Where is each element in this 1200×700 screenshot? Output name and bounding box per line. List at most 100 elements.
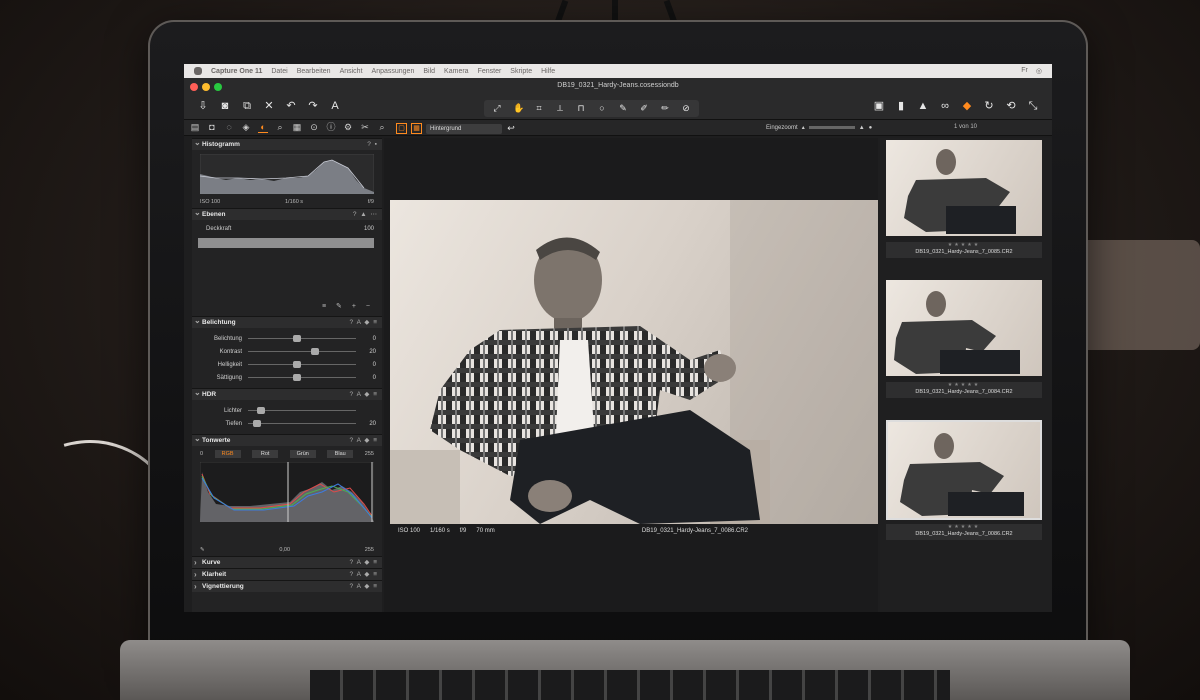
menu-item[interactable]: Datei	[271, 68, 287, 75]
camera-icon[interactable]: ◙	[218, 100, 232, 113]
import-icon[interactable]: ⇩	[196, 100, 210, 113]
expand-icon[interactable]: ⤡	[1026, 100, 1040, 113]
menu-app-name[interactable]: Capture One 11	[211, 68, 262, 75]
levels-graph[interactable]	[200, 462, 374, 522]
menu-item[interactable]: Ansicht	[340, 68, 363, 75]
channel-red[interactable]: Rot	[252, 450, 279, 458]
slider-knob[interactable]	[310, 348, 319, 355]
search-tab-icon[interactable]: ⌕	[377, 122, 387, 133]
view-select[interactable]: Hintergrund	[426, 123, 502, 134]
metadata-tab-icon[interactable]: ⓘ	[326, 122, 336, 133]
menu-item[interactable]: Bearbeiten	[297, 68, 331, 75]
thumbnail[interactable]	[886, 140, 1042, 236]
rating-stars[interactable]: ★★★★★	[886, 382, 1042, 389]
rotate-icon[interactable]: ↻	[982, 100, 996, 113]
flag-icon[interactable]: ▮	[894, 100, 908, 113]
gradient-icon[interactable]: ✏	[660, 102, 670, 115]
slider-value[interactable]: 0	[356, 336, 376, 342]
opacity-value[interactable]: 100	[364, 226, 374, 232]
library-tab-icon[interactable]: ▤	[190, 122, 200, 133]
keystone-icon[interactable]: ⊓	[576, 102, 586, 115]
sync-icon[interactable]: ⟲	[1004, 100, 1018, 113]
slider-value[interactable]: 0	[356, 362, 376, 368]
main-photo[interactable]	[390, 200, 878, 524]
levels-header[interactable]: Tonwerte ? A ◆ ≡	[192, 433, 382, 446]
slider-knob[interactable]	[253, 420, 262, 427]
section-tools-icon[interactable]: ? A ◆ ≡	[350, 435, 378, 446]
menu-item[interactable]: Hilfe	[541, 68, 555, 75]
spot-icon[interactable]: ○	[597, 102, 607, 115]
vignetting-header[interactable]: Vignettierung ? A ◆ ≡	[192, 580, 382, 592]
batch-tab-icon[interactable]: ✂	[360, 122, 370, 133]
copy-icon[interactable]: ⧉	[240, 100, 254, 113]
details-tab-icon[interactable]: ⌕	[275, 122, 285, 133]
redo-icon[interactable]: ↷	[306, 100, 320, 113]
spotlight-icon[interactable]: ◎	[1036, 67, 1042, 75]
levels-output-max[interactable]: 255	[365, 547, 374, 553]
slider-value[interactable]: 20	[356, 421, 376, 427]
section-tools-icon[interactable]: ? A ◆ ≡	[350, 317, 378, 328]
zoom-slider[interactable]	[808, 126, 855, 129]
crop-icon[interactable]: ⌗	[534, 102, 544, 115]
section-tools-icon[interactable]: ? A ◆ ≡	[350, 557, 378, 568]
channel-green[interactable]: Grün	[289, 450, 316, 458]
local-tab-icon[interactable]: ▦	[292, 122, 302, 133]
histogram-header[interactable]: Histogramm ? ▪	[192, 137, 382, 150]
layers-header[interactable]: Ebenen ? ▲ ⋯	[192, 207, 382, 220]
menu-item[interactable]: Fenster	[478, 68, 502, 75]
channel-blue[interactable]: Blau	[327, 450, 354, 458]
menu-item[interactable]: Skripte	[510, 68, 532, 75]
adjust-tab-icon[interactable]: ⊙	[309, 122, 319, 133]
slider-knob[interactable]	[293, 361, 302, 368]
single-view-icon[interactable]: ▢	[396, 123, 407, 134]
help-icon[interactable]: ? ▪	[367, 139, 378, 150]
exposure-header[interactable]: Belichtung ? A ◆ ≡	[192, 315, 382, 328]
hand-icon[interactable]: ✋	[513, 102, 524, 115]
slider-track[interactable]	[248, 420, 356, 427]
person-icon[interactable]: ●	[869, 125, 873, 131]
menu-item[interactable]: Anpassungen	[372, 68, 415, 75]
menu-item[interactable]: Bild	[423, 68, 435, 75]
slider-track[interactable]	[248, 407, 356, 414]
rating-stars[interactable]: ★★★★★	[886, 242, 1042, 249]
rating-stars[interactable]: ★★★★★	[886, 524, 1042, 531]
straighten-icon[interactable]: ⟂	[555, 102, 565, 115]
menu-item[interactable]: Kamera	[444, 68, 469, 75]
slider-knob[interactable]	[256, 407, 265, 414]
thumbnail[interactable]	[886, 280, 1042, 376]
back-icon[interactable]: ↩	[506, 122, 516, 135]
apple-menu-icon[interactable]	[194, 67, 202, 75]
slider-track[interactable]	[248, 348, 356, 355]
lens-tab-icon[interactable]: ◌	[224, 122, 234, 133]
background-layer[interactable]	[198, 238, 374, 248]
section-tools-icon[interactable]: ? A ◆ ≡	[350, 389, 378, 400]
picker-icon[interactable]: ⊘	[681, 102, 691, 115]
layer-actions-icon[interactable]: ≡ ✎ + −	[322, 302, 374, 310]
stack-icon[interactable]: ◆	[960, 100, 974, 113]
output-tab-icon[interactable]: ⚙	[343, 122, 353, 133]
section-tools-icon[interactable]: ? A ◆ ≡	[350, 581, 378, 592]
edit-icon[interactable]: ▣	[872, 100, 886, 113]
section-tools-icon[interactable]: ? ▲ ⋯	[353, 209, 378, 220]
hdr-header[interactable]: HDR ? A ◆ ≡	[192, 387, 382, 400]
brush-icon[interactable]: ✎	[618, 102, 628, 115]
channel-rgb[interactable]: RGB	[214, 450, 241, 458]
section-tools-icon[interactable]: ? A ◆ ≡	[350, 569, 378, 580]
delete-icon[interactable]: ✕	[262, 100, 276, 113]
slider-value[interactable]: 20	[356, 349, 376, 355]
slider-track[interactable]	[248, 335, 356, 342]
curve-header[interactable]: Kurve ? A ◆ ≡	[192, 556, 382, 568]
warning-icon[interactable]: ▲	[916, 100, 930, 113]
slider-value[interactable]: 0	[356, 375, 376, 381]
eraser-icon[interactable]: ✐	[639, 102, 649, 115]
levels-midpoint[interactable]: 0,00	[279, 547, 290, 553]
slider-knob[interactable]	[293, 335, 302, 342]
capture-tab-icon[interactable]: ◘	[207, 122, 217, 133]
clarity-header[interactable]: Klarheit ? A ◆ ≡	[192, 568, 382, 580]
text-icon[interactable]: A	[328, 100, 342, 113]
zoom-out-icon[interactable]: ▴	[802, 124, 805, 131]
color-tab-icon[interactable]: ◈	[241, 122, 251, 133]
undo-icon[interactable]: ↶	[284, 100, 298, 113]
slider-knob[interactable]	[293, 374, 302, 381]
zoom-in-icon[interactable]: ▲	[859, 125, 865, 131]
